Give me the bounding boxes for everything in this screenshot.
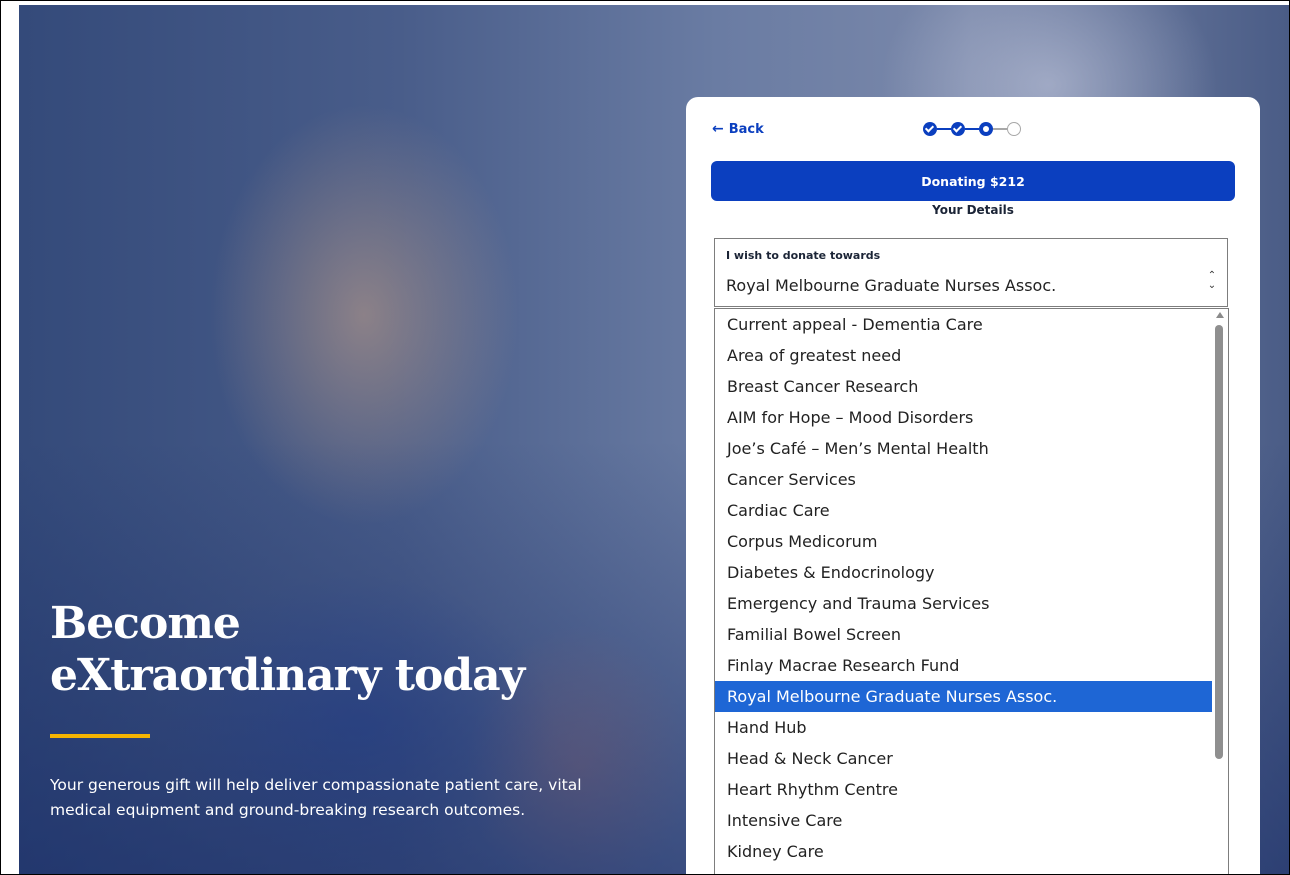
page-frame: Become eXtraordinary today Your generous … xyxy=(0,0,1290,875)
fund-option[interactable]: Current appeal - Dementia Care xyxy=(715,309,1214,340)
fund-select-value: Royal Melbourne Graduate Nurses Assoc. xyxy=(726,276,1057,295)
fund-option[interactable]: Familial Bowel Screen xyxy=(715,619,1214,650)
section-title: Your Details xyxy=(932,203,1014,217)
fund-option-selected[interactable]: Royal Melbourne Graduate Nurses Assoc. xyxy=(715,681,1214,712)
fund-option[interactable]: Finlay Macrae Research Fund xyxy=(715,650,1214,681)
step-4-pending-circle-icon xyxy=(1007,122,1021,136)
dropdown-scrollbar[interactable] xyxy=(1212,309,1228,874)
fund-option[interactable]: Breast Cancer Research xyxy=(715,371,1214,402)
step-1-complete-check-icon xyxy=(923,122,937,136)
progress-stepper xyxy=(923,122,1023,138)
fund-option[interactable]: Area of greatest need xyxy=(715,340,1214,371)
fund-option[interactable]: Cardiac Care xyxy=(715,495,1214,526)
fund-option[interactable]: Corpus Medicorum xyxy=(715,526,1214,557)
hero-headline-line-2: eXtraordinary today xyxy=(50,650,525,701)
back-link[interactable]: ← Back xyxy=(712,121,764,137)
back-link-label: Back xyxy=(728,121,764,137)
step-connector xyxy=(937,128,951,130)
hero-headline-line-1: Become xyxy=(50,598,241,649)
fund-option[interactable]: Hand Hub xyxy=(715,712,1214,743)
step-connector xyxy=(965,128,979,130)
donating-amount-button[interactable]: Donating $212 xyxy=(711,161,1235,201)
fund-option[interactable]: Head & Neck Cancer xyxy=(715,743,1214,774)
fund-option[interactable]: Diabetes & Endocrinology xyxy=(715,557,1214,588)
chevron-up-down-icon: ⌃ ⌄ xyxy=(1207,270,1217,291)
arrow-left-icon: ← xyxy=(712,121,724,137)
step-2-complete-check-icon xyxy=(951,122,965,136)
hero-headline: Become eXtraordinary today xyxy=(50,598,525,702)
scroll-up-arrow-icon[interactable] xyxy=(1216,312,1224,318)
fund-select[interactable]: I wish to donate towards Royal Melbourne… xyxy=(714,238,1228,307)
fund-option[interactable]: Heart Rhythm Centre xyxy=(715,774,1214,805)
fund-option[interactable]: Kidney Care xyxy=(715,836,1214,867)
hero-accent-bar xyxy=(50,734,150,738)
fund-option[interactable]: Intensive Care xyxy=(715,805,1214,836)
fund-option[interactable]: AIM for Hope – Mood Disorders xyxy=(715,402,1214,433)
hero-description: Your generous gift will help deliver com… xyxy=(50,776,582,819)
fund-option[interactable]: Music Therapy xyxy=(715,867,1214,874)
fund-option[interactable]: Cancer Services xyxy=(715,464,1214,495)
step-connector xyxy=(993,128,1007,130)
fund-option[interactable]: Emergency and Trauma Services xyxy=(715,588,1214,619)
step-3-current-dot-icon xyxy=(979,122,993,136)
fund-select-label: I wish to donate towards xyxy=(726,249,881,262)
fund-option[interactable]: Joe’s Café – Men’s Mental Health xyxy=(715,433,1214,464)
fund-dropdown-list[interactable]: Current appeal - Dementia Care Area of g… xyxy=(714,308,1229,874)
scrollbar-thumb[interactable] xyxy=(1215,325,1223,759)
